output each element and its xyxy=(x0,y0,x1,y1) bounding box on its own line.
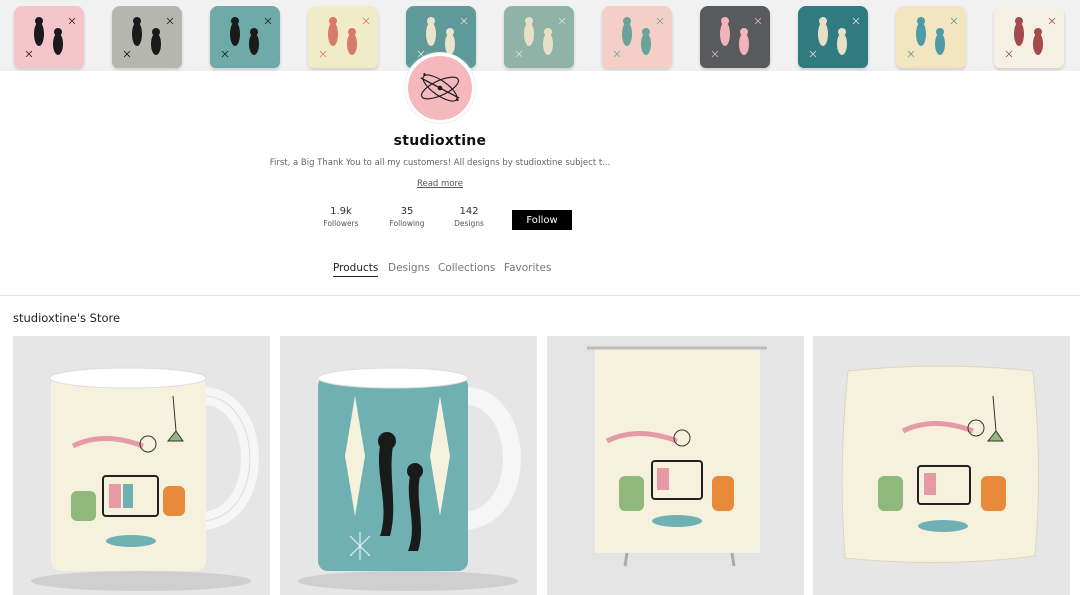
profile-username: studioxtine xyxy=(393,133,487,149)
product-card-shower-curtain[interactable] xyxy=(547,336,804,595)
banner-pillow xyxy=(490,0,588,71)
retro-shapes-pillow xyxy=(896,6,966,68)
profile-tabs: Products Designs Collections Favorites xyxy=(0,262,1080,282)
gray-cats-pillow xyxy=(112,6,182,68)
pink-cats-pillow xyxy=(14,6,84,68)
banner-pillow xyxy=(196,0,294,71)
teal-cats-pillow xyxy=(210,6,280,68)
stat-followers[interactable]: 1.9k Followers xyxy=(306,206,376,228)
tab-products[interactable]: Products xyxy=(333,262,379,277)
dark-gray-boomerang-pillow xyxy=(700,6,770,68)
banner-pillow xyxy=(294,0,392,71)
dark-teal-rocket-pillow xyxy=(798,6,868,68)
stat-value: 35 xyxy=(400,206,414,217)
stat-label: Following xyxy=(389,219,425,228)
teal-cats-mug-image xyxy=(280,336,537,595)
banner-pillow xyxy=(686,0,784,71)
mushroom-pattern-pillow xyxy=(504,6,574,68)
cream-abstract-pillow xyxy=(308,6,378,68)
stat-value: 142 xyxy=(459,206,479,217)
pink-pattern-pillow xyxy=(602,6,672,68)
atom-logo-icon xyxy=(420,73,460,102)
read-more-link[interactable]: Read more xyxy=(400,179,480,189)
product-card-throw-pillow[interactable] xyxy=(813,336,1070,595)
banner-pillow xyxy=(784,0,882,71)
product-card-mug[interactable] xyxy=(13,336,270,595)
retro-lounge-pillow-image xyxy=(813,336,1070,595)
banner-pillow xyxy=(980,0,1078,71)
store-title: studioxtine's Store xyxy=(13,311,121,325)
banner-pillow xyxy=(98,0,196,71)
tab-favorites[interactable]: Favorites xyxy=(504,262,551,274)
stat-label: Followers xyxy=(323,219,359,228)
stat-label: Designs xyxy=(454,219,484,228)
stat-designs[interactable]: 142 Designs xyxy=(434,206,504,228)
follow-button[interactable]: Follow xyxy=(512,210,572,230)
banner-pillow xyxy=(588,0,686,71)
retro-lounge-mug-image xyxy=(13,336,270,595)
tab-collections[interactable]: Collections xyxy=(438,262,495,274)
banner-pillow xyxy=(0,0,98,71)
product-card-teal-mug[interactable] xyxy=(280,336,537,595)
avatar[interactable] xyxy=(405,53,475,123)
profile-bio: First, a Big Thank You to all my custome… xyxy=(269,158,611,168)
stat-value: 1.9k xyxy=(330,206,352,217)
banner xyxy=(0,0,1080,71)
stat-following[interactable]: 35 Following xyxy=(372,206,442,228)
divider xyxy=(0,295,1080,296)
banner-pillow xyxy=(882,0,980,71)
retro-lounge-curtain-image xyxy=(547,336,804,595)
tab-designs[interactable]: Designs xyxy=(388,262,430,274)
white-bug-pillow xyxy=(994,6,1064,68)
